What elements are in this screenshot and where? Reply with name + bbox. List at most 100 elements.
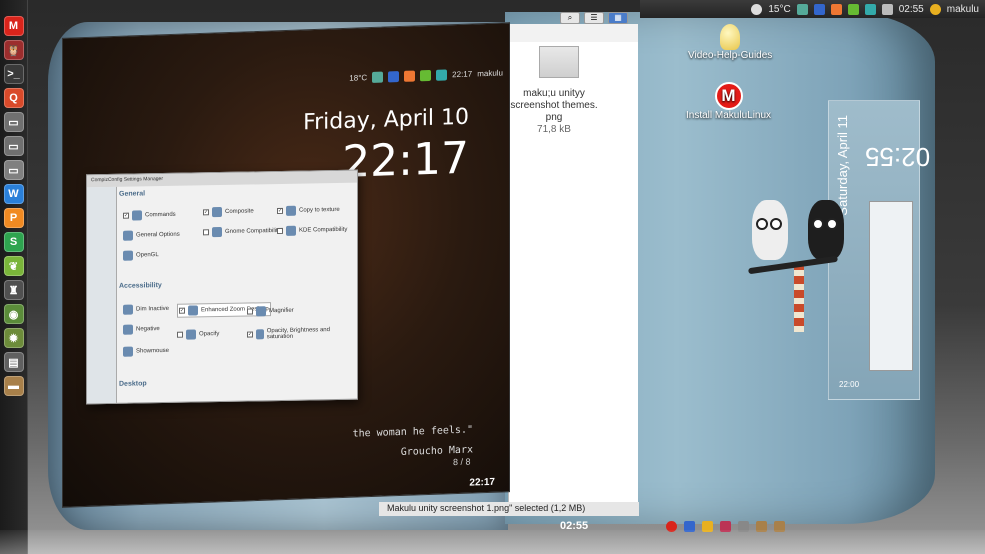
rotated-small-time: 22:00 <box>839 380 860 389</box>
plugin-commands[interactable]: ✓ Commands <box>123 210 176 221</box>
network-icon <box>372 71 384 83</box>
section-general: General <box>119 190 146 198</box>
battery-icon <box>420 69 432 81</box>
plugin-composite[interactable]: ✓ Composite <box>203 206 254 218</box>
terminal-icon[interactable]: >_ <box>3 64 24 84</box>
plugin-label: KDE Compatibility <box>299 226 348 234</box>
checkbox[interactable]: ✓ <box>203 209 209 216</box>
plugin-showmouse[interactable]: Showmouse <box>123 346 169 357</box>
signal-icon[interactable] <box>864 3 876 15</box>
mail-icon[interactable] <box>881 3 893 15</box>
list-view-button[interactable]: ☰ <box>584 12 604 24</box>
weather-icon[interactable] <box>751 3 763 15</box>
plugin-icon <box>256 306 266 317</box>
checkbox[interactable]: ✓ <box>277 207 283 215</box>
desktop-icon-install-makululinux[interactable]: M Install MakuluLinux <box>686 82 771 121</box>
plugin-label: Opacify <box>199 331 220 338</box>
plugin-negative[interactable]: Negative <box>123 324 160 335</box>
plugin-icon <box>186 329 196 340</box>
status-bar: Makulu unity screenshot 1.png" selected … <box>379 502 639 516</box>
compiz-settings-window[interactable]: CompizConfig Settings Manager General ✓ C… <box>86 169 358 405</box>
file-thumbnail[interactable] <box>539 46 579 78</box>
drive3-icon[interactable]: ▭ <box>3 160 24 180</box>
plugin-opacify[interactable]: Opacify <box>177 329 219 340</box>
section-desktop: Desktop <box>119 380 147 388</box>
panel-user[interactable]: makulu <box>947 4 979 15</box>
workspace-bottom-time: 22:17 <box>469 476 495 489</box>
writer-icon[interactable]: W <box>3 184 24 204</box>
bluetooth-icon[interactable] <box>813 3 825 15</box>
makulu-menu-icon[interactable]: M <box>3 16 24 36</box>
plugin-icon <box>132 210 142 221</box>
plugin-label: Opacity, Brightness and saturation <box>266 327 330 341</box>
battery-icon[interactable] <box>847 3 859 15</box>
weather-label: 18°C <box>349 72 368 83</box>
desktop-icon-video-help-guides[interactable]: Video-Help-Guides <box>688 24 772 61</box>
grid-view-button[interactable]: ▦ <box>608 12 628 24</box>
owl-white-illustration <box>752 200 788 260</box>
file-manager-window[interactable]: maku;u unityy screenshot themes. png 71,… <box>379 24 639 516</box>
checkbox[interactable] <box>277 227 283 235</box>
unity-launcher: M 🦉 >_ Q ▭ ▭ ▭ W P S ❦ ♜ ◉ ✹ ▤ ▬ <box>0 0 28 554</box>
network-icon[interactable] <box>796 3 808 15</box>
owl-black-illustration <box>808 200 844 260</box>
file-manager-view-buttons: ⌕ ☰ ▦ <box>560 12 628 24</box>
settings-icon[interactable]: ✹ <box>3 328 24 348</box>
drive-icon[interactable]: ▭ <box>3 112 24 132</box>
archive-icon[interactable]: ▬ <box>3 376 24 396</box>
presentation-icon[interactable]: P <box>3 208 24 228</box>
plugin-copy-to-texture[interactable]: ✓ Copy to texture <box>277 205 340 216</box>
drive2-icon[interactable]: ▭ <box>3 136 24 156</box>
section-accessibility: Accessibility <box>119 282 162 290</box>
file-size: 71,8 kB <box>537 124 571 135</box>
checkbox[interactable] <box>247 308 253 315</box>
weather-label: 15°C <box>768 3 791 15</box>
plugin-icon <box>123 346 133 357</box>
desktop-icon-label: Video-Help-Guides <box>688 50 773 61</box>
checkbox[interactable]: ✓ <box>123 212 129 219</box>
desktop-icon-label: Install MakuluLinux <box>686 110 772 121</box>
rotated-time: 02:55 <box>865 142 931 172</box>
spreadsheet-icon[interactable]: S <box>3 232 24 252</box>
page-indicator: 8 / 8 <box>453 456 471 468</box>
reflection-floor <box>0 530 985 554</box>
plugin-icon <box>212 207 222 218</box>
plugin-label: Negative <box>136 326 160 333</box>
game-icon[interactable]: ♜ <box>3 280 24 300</box>
checkbox[interactable] <box>177 331 183 338</box>
settings-sidebar[interactable] <box>87 186 117 404</box>
leaf-app-icon[interactable]: ❦ <box>3 256 24 276</box>
top-panel: 15°C 02:55 makulu <box>640 0 985 18</box>
panel-clock[interactable]: 02:55 <box>899 4 924 15</box>
plugin-kde-compat[interactable]: KDE Compatibility <box>277 225 347 236</box>
rotated-date: Saturday, April 11 <box>835 115 850 216</box>
globe-icon[interactable]: ◉ <box>3 304 24 324</box>
plugin-icon <box>212 227 222 238</box>
owl-app-icon[interactable]: 🦉 <box>3 40 24 60</box>
rss-icon[interactable] <box>830 3 842 15</box>
monitor-icon[interactable]: ▤ <box>3 352 24 372</box>
plugin-label: General Options <box>136 231 180 239</box>
checkbox[interactable]: ✓ <box>179 307 185 314</box>
checkbox[interactable]: ✓ <box>247 331 253 338</box>
checkbox[interactable] <box>203 229 209 236</box>
search-button[interactable]: ⌕ <box>560 12 580 24</box>
owl-scarf <box>794 262 804 332</box>
plugin-general-options[interactable]: General Options <box>123 230 180 241</box>
search-icon[interactable]: Q <box>3 88 24 108</box>
user-icon[interactable] <box>929 3 941 15</box>
workspace-top-panel: 18°C 22:17 makulu <box>233 65 509 89</box>
plugin-icon <box>123 324 133 335</box>
plugin-gnome-compat[interactable]: Gnome Compatibility <box>203 226 281 238</box>
rss-icon <box>404 69 416 82</box>
plugin-dim-inactive[interactable]: Dim Inactive <box>123 304 169 315</box>
file-name[interactable]: maku;u unityy screenshot themes. png <box>509 88 599 124</box>
plugin-opacity-brightness[interactable]: ✓ Opacity, Brightness and saturation <box>247 327 337 341</box>
conky-time: 22:17 <box>342 132 469 189</box>
plugin-label: Copy to texture <box>299 206 340 214</box>
plugin-label: Gnome Compatibility <box>225 227 281 235</box>
plugin-magnifier[interactable]: Magnifier <box>247 306 294 317</box>
plugin-label: Showmouse <box>136 347 170 355</box>
plugin-label: OpenGL <box>136 252 159 259</box>
plugin-opengl[interactable]: OpenGL <box>123 250 159 261</box>
